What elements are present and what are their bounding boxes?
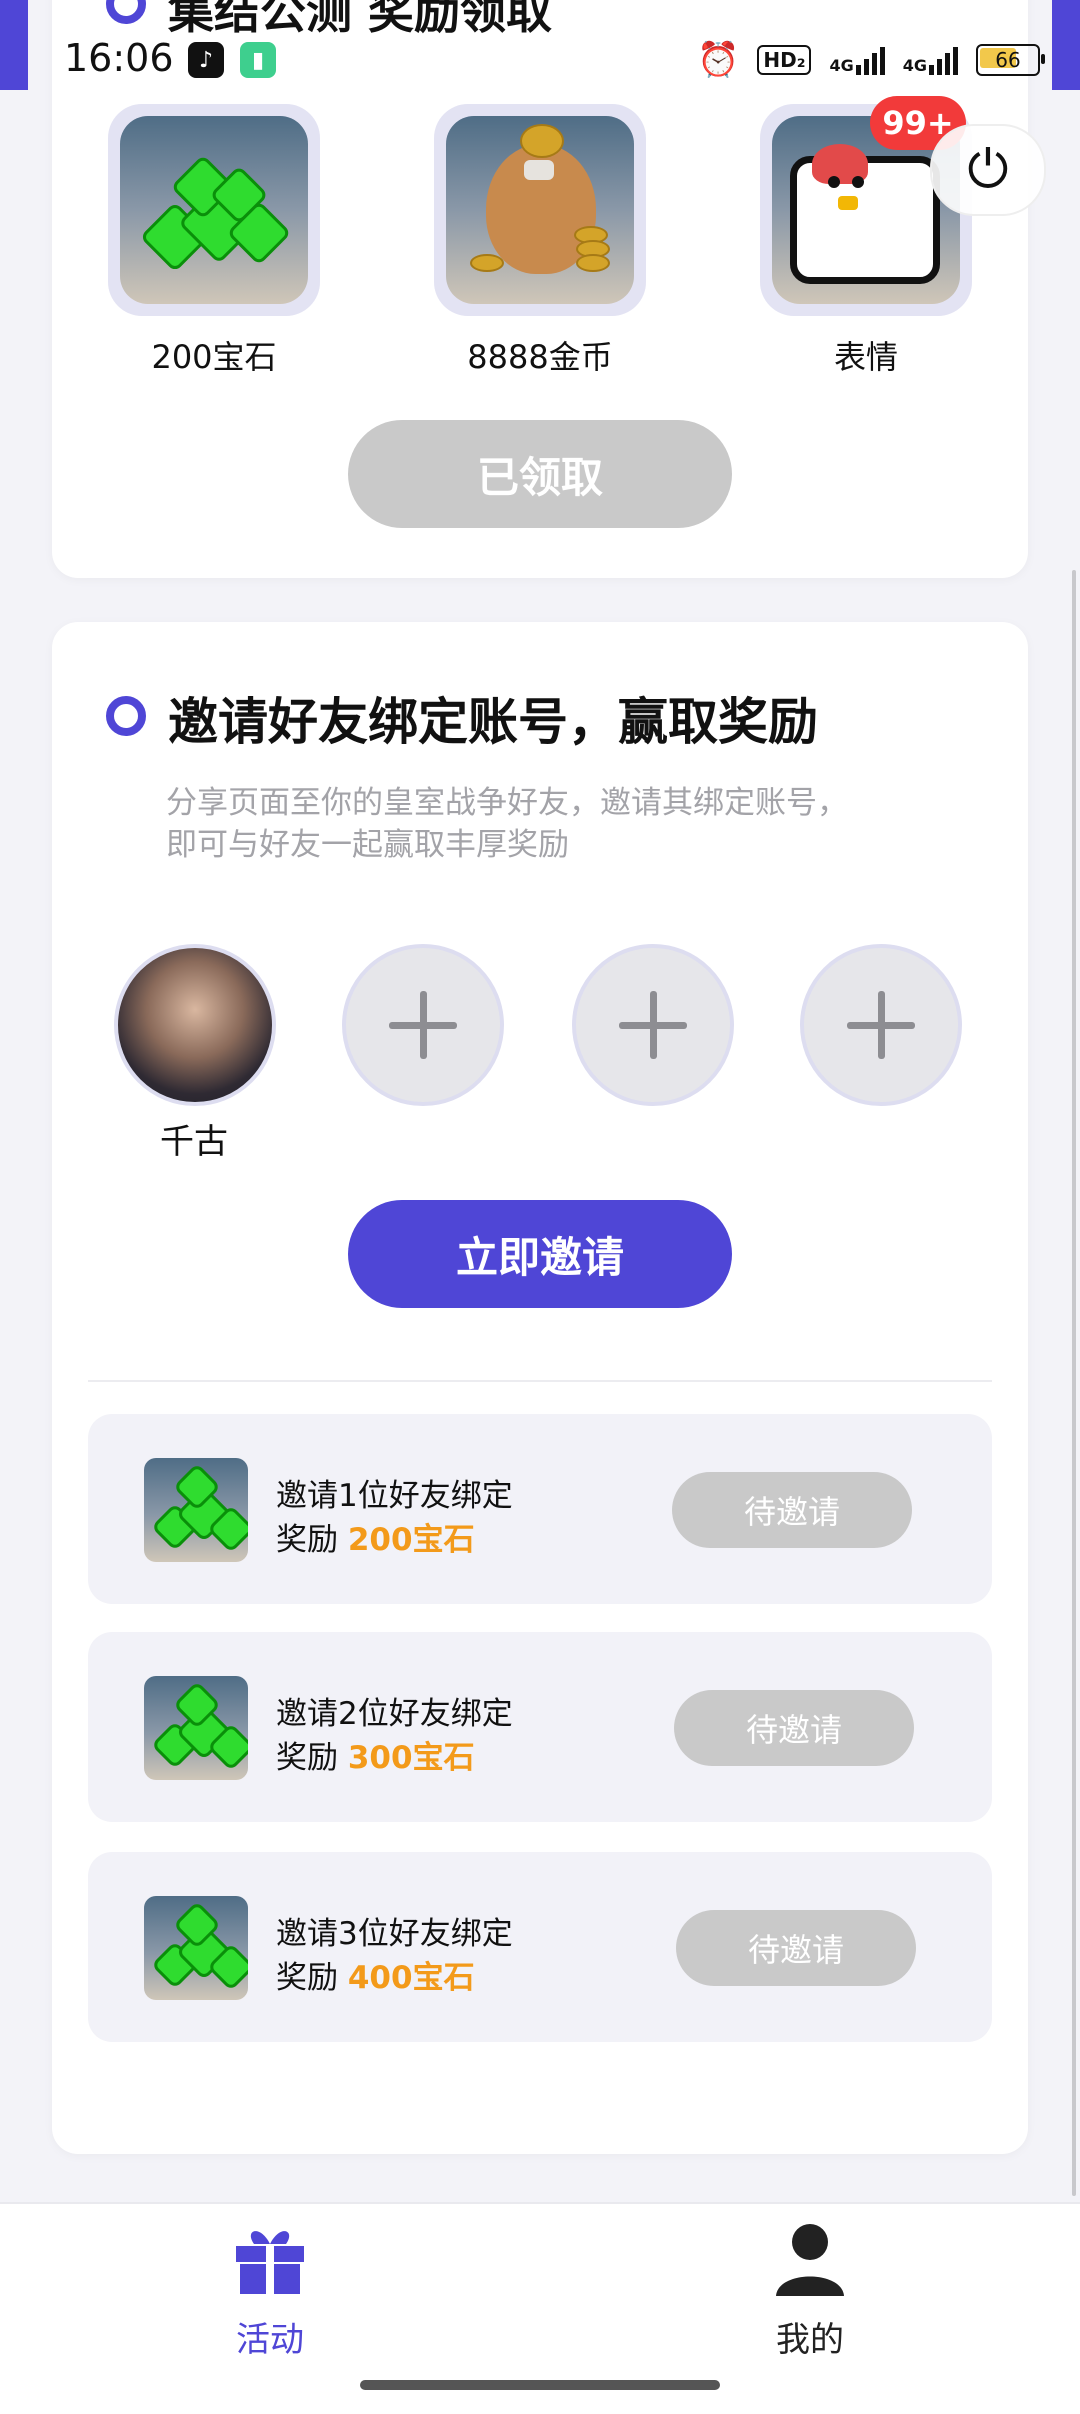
alarm-icon: ⏰: [697, 40, 740, 80]
signal-icon-2: 4G: [903, 45, 958, 75]
plus-icon: [847, 991, 915, 1059]
hd-icon: HD₂: [757, 45, 812, 75]
task-title: 邀请3位好友绑定: [276, 1916, 513, 1952]
invite-card-description: 分享页面至你的皇室战争好友，邀请其绑定账号， 即可与好友一起赢取丰厚奖励: [166, 782, 926, 866]
gems-icon: [144, 1458, 248, 1562]
task-reward: 奖励 400宝石: [276, 1952, 475, 1997]
invite-card-title: 邀请好友绑定账号，赢取奖励: [168, 693, 818, 751]
task-title: 邀请2位好友绑定: [276, 1696, 513, 1732]
plus-icon: [619, 991, 687, 1059]
section-bullet-icon: [106, 696, 146, 736]
friend-name: 千古: [160, 1122, 228, 1162]
reward-item-coins: 8888金币: [434, 104, 646, 378]
gems-icon: [144, 1676, 248, 1780]
reward-frame: [108, 104, 320, 316]
task-row: 邀请3位好友绑定 奖励 400宝石 待邀请: [88, 1852, 992, 2042]
pending-invite-button[interactable]: 待邀请: [672, 1472, 912, 1548]
reward-label: 8888金币: [467, 338, 613, 376]
status-time: 16:06: [64, 36, 174, 80]
reward-prefix: 奖励: [276, 1740, 348, 1776]
home-indicator[interactable]: [360, 2380, 720, 2390]
battery-saver-icon: ▮: [240, 42, 276, 78]
user-icon: [776, 2224, 844, 2296]
tiktok-icon: ♪: [188, 42, 224, 78]
claimed-button[interactable]: 已领取: [348, 420, 732, 528]
empty-friend-slot[interactable]: [342, 944, 504, 1106]
battery-icon: 66: [976, 44, 1045, 76]
coin-bag-icon: [446, 116, 634, 304]
nav-item-activity[interactable]: 活动: [170, 2218, 370, 2361]
task-reward: 奖励 300宝石: [276, 1732, 475, 1777]
status-right-group: ⏰ HD₂ 4G 4G 66: [697, 40, 1045, 80]
invite-now-button[interactable]: 立即邀请: [348, 1200, 732, 1308]
reward-label: 表情: [833, 338, 898, 376]
task-reward: 奖励 200宝石: [276, 1514, 475, 1559]
reward-label: 200宝石: [151, 338, 277, 376]
description-line: 即可与好友一起赢取丰厚奖励: [166, 827, 569, 863]
reward-frame: [434, 104, 646, 316]
pending-invite-button[interactable]: 待邀请: [676, 1910, 916, 1986]
net-label-2: 4G: [902, 56, 927, 75]
net-label-1: 4G: [829, 56, 854, 75]
task-row: 邀请1位好友绑定 奖励 200宝石 待邀请: [88, 1414, 992, 1604]
gift-icon: [236, 2231, 304, 2294]
reward-prefix: 奖励: [276, 1522, 348, 1558]
nav-label: 活动: [236, 2320, 304, 2360]
reward-item-gems: 200宝石: [108, 104, 320, 378]
power-button[interactable]: ⏻: [930, 124, 1046, 216]
nav-item-mine[interactable]: 我的: [710, 2218, 910, 2361]
battery-level: 66: [995, 48, 1021, 72]
empty-friend-slot[interactable]: [800, 944, 962, 1106]
pending-invite-button[interactable]: 待邀请: [674, 1690, 914, 1766]
reward-amount: 300宝石: [347, 1740, 475, 1776]
plus-icon: [389, 991, 457, 1059]
nav-label: 我的: [776, 2320, 844, 2360]
reward-amount: 400宝石: [347, 1960, 475, 1996]
reward-prefix: 奖励: [276, 1960, 348, 1996]
description-line: 分享页面至你的皇室战争好友，邀请其绑定账号，: [166, 785, 848, 821]
power-icon: ⏻: [967, 139, 1009, 200]
divider: [88, 1380, 992, 1382]
reward-amount: 200宝石: [347, 1522, 475, 1558]
task-row: 邀请2位好友绑定 奖励 300宝石 待邀请: [88, 1632, 992, 1822]
gems-icon: [144, 1896, 248, 2000]
scrollbar[interactable]: [1072, 570, 1076, 2196]
task-title: 邀请1位好友绑定: [276, 1478, 513, 1514]
gems-icon: [120, 116, 308, 304]
signal-icon: 4G: [829, 45, 885, 75]
empty-friend-slot[interactable]: [572, 944, 734, 1106]
friend-avatar: [114, 944, 276, 1106]
